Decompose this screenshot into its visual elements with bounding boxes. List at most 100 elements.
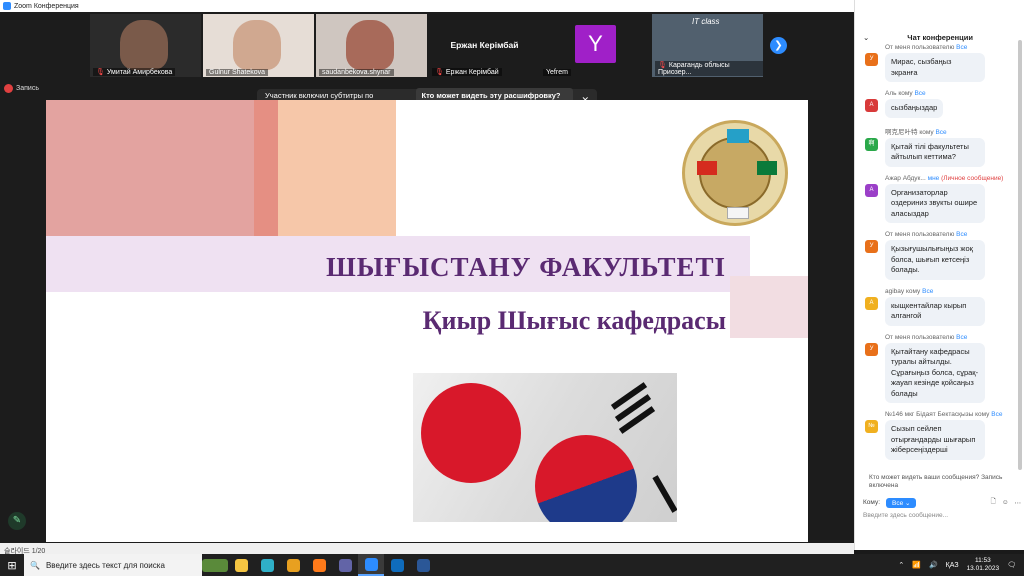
zoom-logo-icon [3, 2, 11, 10]
annotate-pen-button[interactable]: ✎ [8, 512, 26, 530]
window-titlebar: Zoom Конференция [0, 0, 854, 12]
message-meta: Аль кому Все [885, 90, 926, 97]
chat-header: ⌄ Чат конференции [855, 0, 1024, 46]
outlook-icon[interactable] [384, 554, 410, 576]
participant-name: Yefrem [546, 69, 568, 76]
sender-avatar: 啊 [865, 137, 878, 151]
chat-message-input[interactable]: Введите здесь сообщение... [863, 512, 948, 519]
message-meta: От меня пользователю Все [885, 231, 968, 238]
chat-message: agibay кому Все А кыщкентайлар кырып алг… [855, 288, 1019, 326]
decor-block [46, 100, 278, 248]
sender-avatar: У [865, 53, 878, 66]
next-participants-button[interactable]: ❯ [770, 37, 787, 54]
chat-messages: От меня пользователю Все У Мирас, сызбаң… [855, 44, 1019, 468]
chrome-icon[interactable] [280, 554, 306, 576]
message-bubble: кыщкентайлар кырып алгангой [885, 296, 985, 326]
message-bubble: Қытайтану кафедрасы туралы айтылды. Сұра… [885, 342, 985, 403]
message-bubble: Организаторлар оздериниз звукты ошире ал… [885, 183, 985, 223]
participant-strip: 🎙 Умитай Амирбекова Gulnur Shatekova saud… [0, 12, 854, 78]
zoom-icon[interactable] [358, 554, 384, 576]
participant-tile[interactable]: IT class 🎙 Карагандь облысы Приозер... [652, 14, 763, 77]
message-meta: №146 мкг Бідаят Бектасқызы кому Все [885, 411, 1003, 418]
chat-message: Аль кому Все А сызбаңыздар [855, 90, 1019, 118]
sender-avatar: А [865, 183, 878, 197]
volume-icon[interactable]: 🔊 [929, 561, 938, 569]
message-meta: 啊克尼叶特 кому Все [885, 128, 947, 136]
chat-message: От меня пользователю Все У Қытайтану каф… [855, 334, 1019, 403]
window-title: Zoom Конференция [14, 2, 79, 10]
start-button[interactable]: ⊞ [0, 559, 24, 572]
participant-video [120, 20, 168, 70]
slide-title: ШЫҒЫСТАНУ ФАКУЛЬТЕТІ [326, 252, 726, 282]
chevron-up-icon[interactable]: ⌃ [898, 561, 904, 569]
participant-name: Карагандь облысы Приозер... [658, 62, 730, 76]
participant-tile[interactable]: saudanbekova.shynar [316, 14, 427, 77]
widget-icon[interactable] [202, 554, 228, 576]
participant-video [233, 20, 281, 70]
participant-tile[interactable]: 🎙 Умитай Амирбекова [90, 14, 201, 77]
muted-mic-icon: 🎙 [658, 62, 667, 69]
file-explorer-icon[interactable] [228, 554, 254, 576]
message-bubble: Қызығушылығыңыз жоқ болса, шығып кетсеңі… [885, 240, 985, 280]
message-meta: Ажар Абдук... мне (Личное сообщение) [885, 174, 1004, 182]
emoji-icon[interactable]: ☺ [1002, 499, 1009, 506]
meeting-area: 🎙 Умитай Амирбекова Gulnur Shatekova saud… [0, 12, 854, 558]
teams-icon[interactable] [332, 554, 358, 576]
muted-mic-icon: 🎙 [435, 69, 444, 76]
taskbar-apps [228, 554, 436, 576]
file-icon[interactable]: 🗋 [991, 497, 996, 508]
to-label: Кому: [863, 499, 880, 506]
slide-subtitle: Қиыр Шығыс кафедрасы [422, 306, 726, 335]
participant-name: Ержан Керімбай [445, 69, 499, 76]
sender-avatar: У [865, 342, 878, 356]
participant-video [346, 20, 394, 70]
faculty-emblem-icon [682, 120, 788, 226]
message-bubble: Сызып сейлеп отырғандарды шығарып жіберс… [885, 420, 985, 460]
participant-avatar: Y [575, 25, 616, 63]
chat-message: №146 мкг Бідаят Бектасқызы кому Все № Сы… [855, 411, 1019, 460]
recording-label: Запись [16, 85, 39, 92]
sender-avatar: № [865, 420, 878, 433]
wifi-icon[interactable]: 📶 [912, 561, 921, 569]
sender-avatar: У [865, 240, 878, 253]
decor-block [254, 100, 278, 248]
chat-message: От меня пользователю Все У Қызығушылығың… [855, 231, 1019, 280]
windows-taskbar: ⊞ 🔍 Введите здесь текст для поиска ⌃ 📶 🔊… [0, 554, 1024, 576]
search-placeholder: Введите здесь текст для поиска [45, 560, 165, 570]
participant-tile[interactable]: Y Yefrem [540, 14, 651, 77]
participant-tile[interactable]: Gulnur Shatekova [203, 14, 314, 77]
firefox-icon[interactable] [306, 554, 332, 576]
search-icon: 🔍 [30, 560, 40, 570]
participant-name: saudanbekova.shynar [322, 69, 391, 76]
shared-slide: ШЫҒЫСТАНУ ФАКУЛЬТЕТІ Қиыр Шығыс кафедрас… [46, 100, 808, 542]
clock[interactable]: 11:53 13.01.2023 [967, 557, 1000, 573]
taskbar-search[interactable]: 🔍 Введите здесь текст для поиска [24, 554, 202, 576]
decor-block [730, 276, 808, 338]
more-icon[interactable]: ⋯ [1015, 499, 1022, 507]
participant-overlay-text: IT class [692, 17, 720, 26]
chat-panel: ⌄ Чат конференции От меня пользователю В… [854, 0, 1024, 550]
sender-avatar: А [865, 99, 878, 112]
notification-icon[interactable]: 🗨 [1007, 561, 1016, 569]
word-icon[interactable] [410, 554, 436, 576]
sender-avatar: А [865, 296, 878, 310]
message-bubble: Қытай тілі факультеты айтылып кеттима? [885, 137, 985, 167]
participant-display-name: Ержан Керімбай [450, 40, 519, 50]
japan-korea-flags-image [413, 373, 677, 522]
recording-indicator[interactable]: Запись [4, 84, 39, 93]
record-icon [4, 84, 13, 93]
chat-message: Ажар Абдук... мне (Личное сообщение) А О… [855, 174, 1019, 223]
chevron-down-icon[interactable]: ⌄ [863, 33, 869, 42]
recipient-row: Кому: Все ⌄ 🗋 ☺ ⋯ [863, 497, 1021, 508]
recipient-select[interactable]: Все ⌄ [886, 497, 917, 508]
participant-name: Умитай Амирбекова [106, 69, 173, 76]
language-indicator[interactable]: ҚАЗ [946, 562, 959, 569]
participant-tile[interactable]: Ержан Керімбай 🎙 Ержан Керімбай [429, 14, 540, 77]
japan-flag-icon [421, 383, 521, 483]
who-can-see-notice[interactable]: Кто может видеть ваши сообщения? Запись … [869, 474, 1019, 490]
message-bubble: Мирас, сызбаңыз экранға [885, 53, 985, 82]
chat-message: 啊克尼叶特 кому Все 啊 Қытай тілі факультеты а… [855, 126, 1019, 167]
chat-message: От меня пользователю Все У Мирас, сызбаң… [855, 44, 1019, 82]
message-meta: От меня пользователю Все [885, 44, 968, 51]
edge-icon[interactable] [254, 554, 280, 576]
